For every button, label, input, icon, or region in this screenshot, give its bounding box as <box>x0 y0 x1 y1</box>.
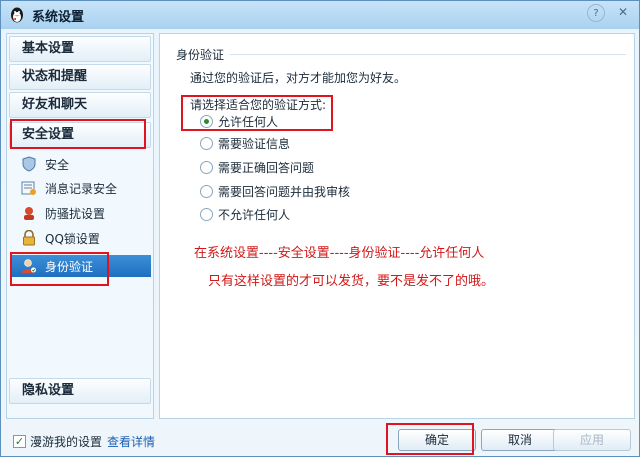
window-title: 系统设置 <box>32 10 85 25</box>
sidebar-item-label: QQ锁设置 <box>45 231 100 246</box>
section-description: 通过您的验证后，对方才能加您为好友。 <box>190 71 407 85</box>
radio-allow-nobody[interactable]: 不允许任何人 <box>200 205 290 223</box>
sidebar-item-message-log-security[interactable]: 消息记录安全 <box>11 177 151 199</box>
radio-button[interactable] <box>200 184 213 198</box>
radio-label: 不允许任何人 <box>218 207 291 222</box>
radio-label: 需要验证信息 <box>218 136 291 151</box>
cancel-button[interactable]: 取消 <box>481 429 559 451</box>
sidebar-category-privacy[interactable]: 隐私设置 <box>9 378 151 404</box>
red-annotation-note: 只有这样设置的才可以发货，要不是发不了的哦。 <box>208 274 495 289</box>
roam-label: 漫游我的设置 <box>30 435 103 449</box>
radio-require-correct-answer[interactable]: 需要正确回答问题 <box>200 158 314 176</box>
lock-icon <box>21 230 37 246</box>
radio-label: 需要回答问题并由我审核 <box>218 184 351 199</box>
settings-window: 系统设置 ? ✕ 基本设置 状态和提醒 好友和聊天 安全设置 安全 消息记录安全 <box>0 0 640 457</box>
radio-button[interactable] <box>200 160 213 174</box>
sidebar-item-label: 安全 <box>45 157 70 172</box>
qq-penguin-icon <box>8 6 26 24</box>
title-bar: 系统设置 ? ✕ <box>1 1 639 29</box>
radio-label: 需要正确回答问题 <box>218 160 315 175</box>
highlight-security-settings <box>10 119 146 149</box>
radio-button[interactable] <box>200 136 213 150</box>
red-annotation-path: 在系统设置----安全设置----身份验证----允许任何人 <box>194 246 485 261</box>
shield-icon <box>21 156 37 172</box>
radio-button[interactable] <box>200 207 213 221</box>
checkbox-checked-icon[interactable]: ✓ <box>13 435 26 448</box>
sidebar-item-label: 防骚扰设置 <box>45 206 106 221</box>
settings-sidebar: 基本设置 状态和提醒 好友和聊天 安全设置 安全 消息记录安全 防骚扰设置 QQ… <box>6 33 154 419</box>
section-divider <box>230 54 626 55</box>
help-icon[interactable]: ? <box>587 4 605 22</box>
sidebar-category-status[interactable]: 状态和提醒 <box>9 64 151 90</box>
dialog-footer: ✓ 漫游我的设置 查看详情 确定 取消 应用 <box>1 421 639 456</box>
highlight-ok-button <box>386 423 474 455</box>
sidebar-item-label: 消息记录安全 <box>45 181 118 196</box>
message-log-icon <box>21 180 37 196</box>
radio-require-answer-and-review[interactable]: 需要回答问题并由我审核 <box>200 182 350 200</box>
close-icon[interactable]: ✕ <box>611 3 635 21</box>
section-title: 身份验证 <box>176 48 225 62</box>
sidebar-item-qq-lock[interactable]: QQ锁设置 <box>11 227 151 249</box>
apply-button[interactable]: 应用 <box>553 429 631 451</box>
anti-harassment-icon <box>21 205 37 221</box>
highlight-identity-verification <box>10 252 109 286</box>
sidebar-item-security[interactable]: 安全 <box>11 153 151 175</box>
roam-settings-checkbox[interactable]: ✓ 漫游我的设置 查看详情 <box>13 433 155 450</box>
radio-require-verification-message[interactable]: 需要验证信息 <box>200 134 290 152</box>
highlight-allow-anyone <box>181 95 333 131</box>
sidebar-category-friends-chat[interactable]: 好友和聊天 <box>9 92 151 118</box>
settings-content-panel: 身份验证 通过您的验证后，对方才能加您为好友。 请选择适合您的验证方式: 允许任… <box>159 33 635 419</box>
view-details-link[interactable]: 查看详情 <box>107 433 155 450</box>
sidebar-category-basic[interactable]: 基本设置 <box>9 36 151 62</box>
sidebar-item-anti-harassment[interactable]: 防骚扰设置 <box>11 202 151 224</box>
